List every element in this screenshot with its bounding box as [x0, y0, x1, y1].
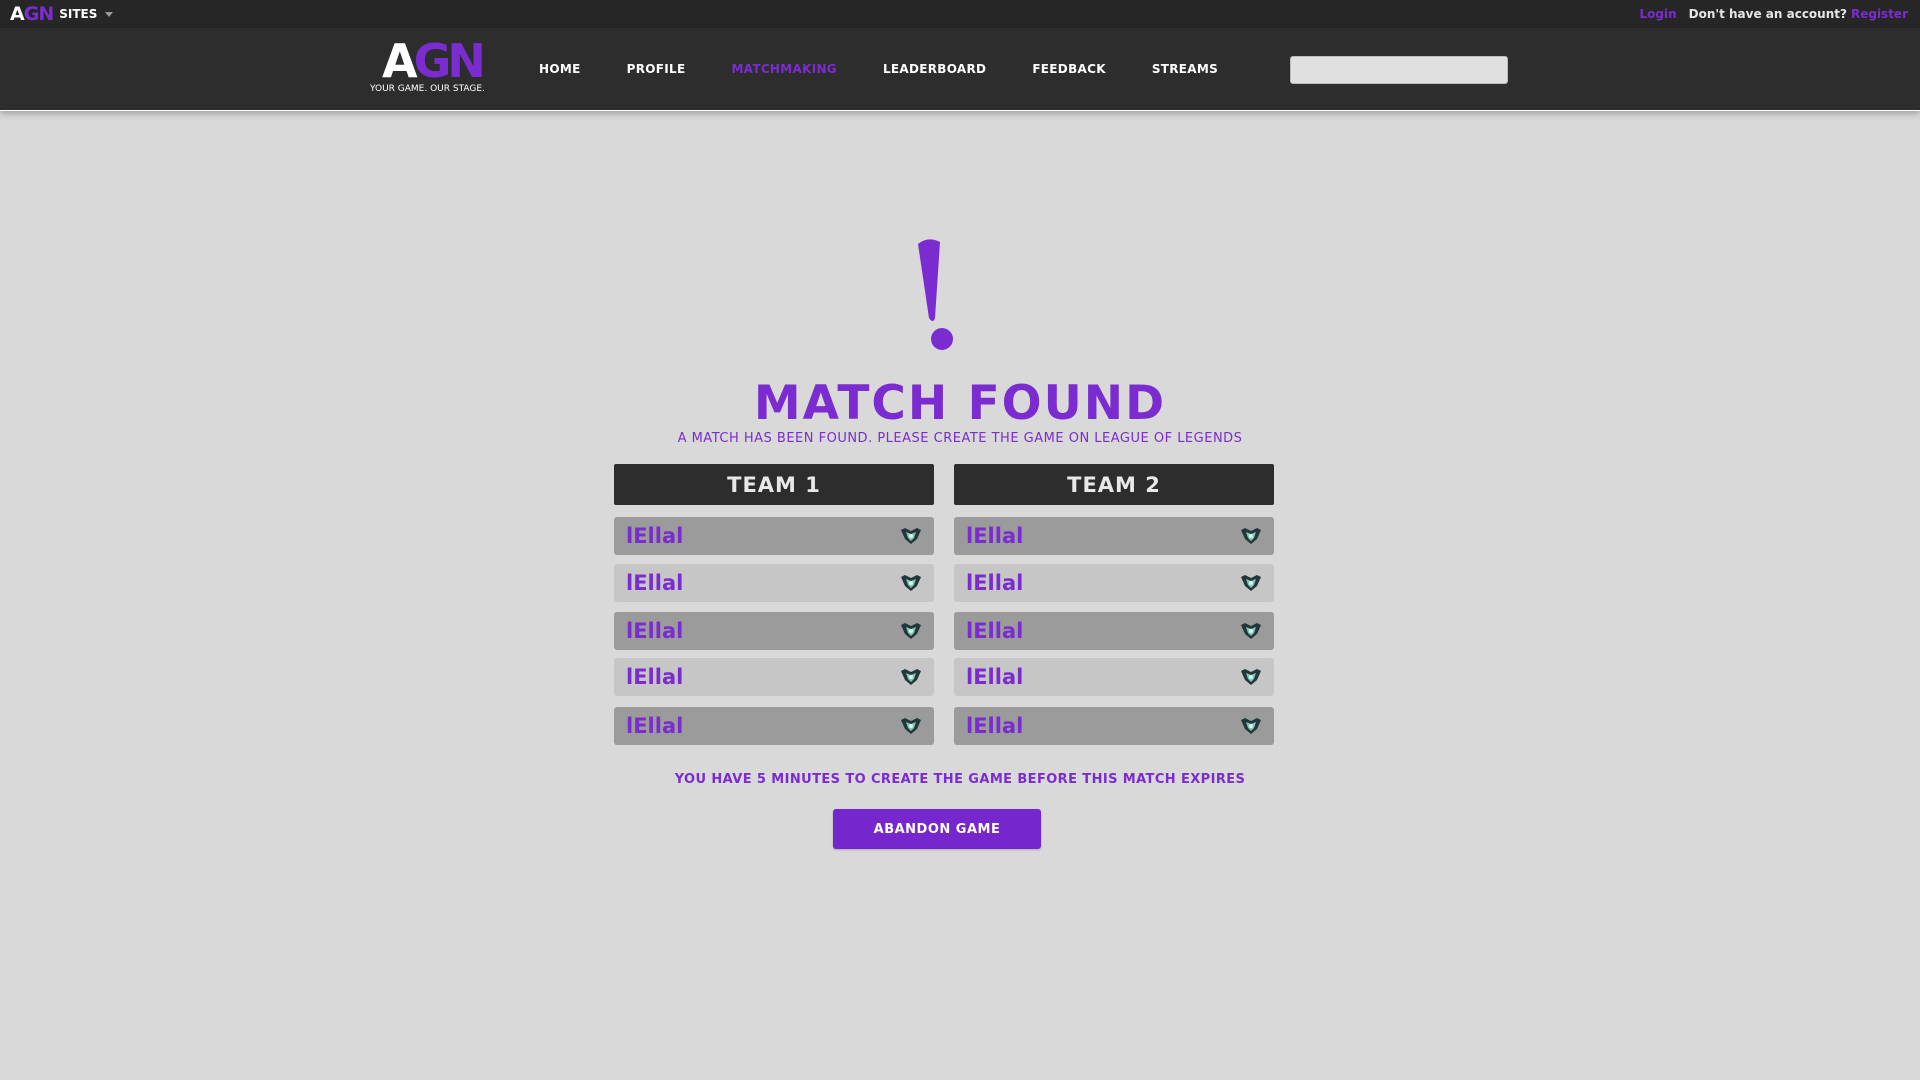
player-name: lEllal [626, 571, 684, 595]
mini-logo-a: A [10, 3, 25, 25]
logo-gn: GN [413, 34, 486, 88]
player-name: lEllal [626, 619, 684, 643]
player-name: lEllal [966, 619, 1024, 643]
agn-mini-logo: AGN [10, 3, 54, 25]
main-header: AGN YOUR GAME. OUR STAGE. HOME PROFILE M… [0, 28, 1920, 111]
top-utility-bar: AGN SITES Login Don't have an account? R… [0, 0, 1920, 28]
mini-logo-gn: GN [23, 3, 54, 25]
chevron-down-icon [105, 11, 114, 17]
tagline: YOUR GAME. OUR STAGE. [370, 84, 485, 94]
nav-home[interactable]: HOME [539, 62, 581, 76]
rank-badge-icon [1241, 623, 1261, 639]
player-name: lEllal [966, 665, 1024, 689]
nav-profile[interactable]: PROFILE [627, 62, 686, 76]
logo-a: A [382, 34, 418, 88]
player-row[interactable]: lEllal [614, 658, 934, 696]
register-link[interactable]: Register [1851, 7, 1908, 21]
nav-leaderboard[interactable]: LEADERBOARD [883, 62, 986, 76]
player-row[interactable]: lEllal [954, 707, 1274, 745]
rank-badge-icon [901, 623, 921, 639]
rank-badge-icon [1241, 528, 1261, 544]
match-found-subtitle: A MATCH HAS BEEN FOUND. PLEASE CREATE TH… [677, 431, 1243, 446]
exclamation-icon [918, 239, 953, 350]
rank-badge-icon [901, 575, 921, 591]
sites-label: SITES [59, 7, 98, 21]
team-1-panel: TEAM 1 lEllal lEllal lEllal lEllal lElla… [614, 464, 934, 745]
player-name: lEllal [966, 571, 1024, 595]
team-1-header: TEAM 1 [614, 464, 934, 505]
player-row[interactable]: lEllal [614, 564, 934, 602]
player-name: lEllal [966, 714, 1024, 738]
player-name: lEllal [626, 524, 684, 548]
team-2-header: TEAM 2 [954, 464, 1274, 505]
player-name: lEllal [626, 665, 684, 689]
rank-badge-icon [901, 669, 921, 685]
nav-feedback[interactable]: FEEDBACK [1032, 62, 1106, 76]
sites-dropdown[interactable]: AGN SITES [10, 3, 114, 25]
main-nav: HOME PROFILE MATCHMAKING LEADERBOARD FEE… [539, 28, 1264, 110]
search-input[interactable] [1290, 56, 1508, 84]
rank-badge-icon [901, 528, 921, 544]
auth-links: Login Don't have an account? Register [1640, 0, 1908, 28]
player-row[interactable]: lEllal [614, 612, 934, 650]
rank-badge-icon [1241, 718, 1261, 734]
nav-streams[interactable]: STREAMS [1152, 62, 1218, 76]
player-row[interactable]: lEllal [954, 658, 1274, 696]
rank-badge-icon [1241, 669, 1261, 685]
player-row[interactable]: lEllal [954, 564, 1274, 602]
register-prompt: Don't have an account? Register [1689, 7, 1908, 21]
player-name: lEllal [626, 714, 684, 738]
team-2-panel: TEAM 2 lEllal lEllal lEllal lEllal lElla… [954, 464, 1274, 745]
no-account-text: Don't have an account? [1688, 7, 1847, 21]
rank-badge-icon [901, 718, 921, 734]
player-name: lEllal [966, 524, 1024, 548]
abandon-game-button[interactable]: ABANDON GAME [833, 809, 1041, 849]
login-link[interactable]: Login [1640, 7, 1677, 21]
player-row[interactable]: lEllal [954, 517, 1274, 555]
player-row[interactable]: lEllal [614, 707, 934, 745]
rank-badge-icon [1241, 575, 1261, 591]
agn-logo: AGN [382, 34, 486, 88]
expiry-notice: YOU HAVE 5 MINUTES TO CREATE THE GAME BE… [674, 772, 1246, 787]
match-found-title: MATCH FOUND [753, 376, 1167, 431]
player-row[interactable]: lEllal [954, 612, 1274, 650]
nav-matchmaking[interactable]: MATCHMAKING [731, 62, 837, 76]
player-row[interactable]: lEllal [614, 517, 934, 555]
brand-logo-link[interactable]: AGN YOUR GAME. OUR STAGE. [370, 34, 500, 98]
